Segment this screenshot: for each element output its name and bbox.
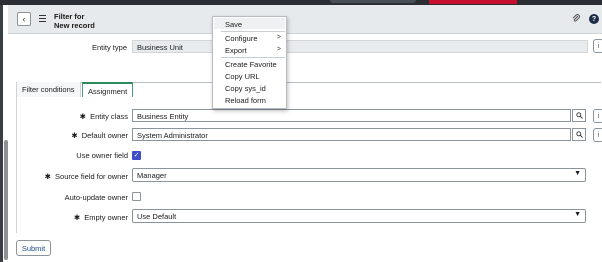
empty-owner-label: ✱ Empty owner <box>73 213 128 222</box>
menu-item-copy-sys-id[interactable]: Copy sys_id <box>225 84 266 93</box>
chevron-down-icon: ▼ <box>574 170 581 177</box>
top-alert-banner <box>429 0 517 4</box>
left-nav-edge <box>0 5 3 262</box>
tab-filter-conditions[interactable]: Filter conditions <box>17 82 81 97</box>
form-title-line2: New record <box>54 21 95 30</box>
empty-owner-select[interactable]: Use Default ▼ <box>132 209 586 223</box>
menu-item-reload-form[interactable]: Reload form <box>225 96 266 105</box>
auto-update-owner-checkbox[interactable] <box>132 192 141 201</box>
help-icon[interactable]: ? <box>589 14 599 24</box>
entity-type-label: Entity type <box>91 43 127 52</box>
back-button[interactable]: ‹ <box>17 12 31 26</box>
context-menu: Save Configure > Export > Create Favorit… <box>212 16 287 109</box>
chevron-right-icon: > <box>276 34 281 41</box>
menu-item-configure[interactable]: Configure <box>225 34 258 43</box>
search-icon <box>575 112 583 119</box>
submit-button[interactable]: Submit <box>16 240 51 256</box>
auto-update-owner-label: Auto-update owner <box>64 193 128 202</box>
entity-type-field: Business Unit <box>132 40 588 53</box>
scrollbar[interactable] <box>4 140 8 260</box>
default-owner-info-button[interactable]: i <box>593 128 602 142</box>
use-owner-field-checkbox[interactable]: ✓ <box>132 151 141 160</box>
chevron-right-icon: > <box>276 46 281 53</box>
use-owner-field-label: Use owner field <box>76 151 128 160</box>
hamburger-icon[interactable] <box>39 15 46 24</box>
source-field-select[interactable]: Manager ▼ <box>132 168 586 182</box>
chevron-down-icon: ▼ <box>574 211 581 218</box>
menu-item-copy-url[interactable]: Copy URL <box>225 72 260 81</box>
default-owner-label: ✱ Default owner <box>71 131 128 140</box>
menu-item-save[interactable]: Save <box>225 20 242 29</box>
menu-divider <box>221 31 285 32</box>
top-search-pill[interactable] <box>330 0 416 3</box>
form-title-line1: Filter for <box>54 12 85 21</box>
entity-class-label: ✱ Entity class <box>79 112 128 121</box>
source-field-label: ✱ Source field for owner <box>44 172 128 181</box>
menu-divider <box>221 57 285 58</box>
entity-class-search-button[interactable] <box>572 109 586 122</box>
default-owner-input[interactable]: System Administrator <box>132 128 571 141</box>
entity-class-info-button[interactable]: i <box>593 109 602 123</box>
entity-class-input[interactable]: Business Entity <box>132 109 571 122</box>
menu-item-create-favorite[interactable]: Create Favorite <box>225 60 277 69</box>
search-icon <box>575 131 583 138</box>
paperclip-icon[interactable] <box>572 14 580 25</box>
default-owner-search-button[interactable] <box>572 128 586 141</box>
required-icon: ✱ <box>79 112 86 121</box>
chevron-left-icon: ‹ <box>22 14 26 24</box>
menu-item-export[interactable]: Export <box>225 46 247 55</box>
form-header: ‹ Filter for New record ? <box>8 5 602 34</box>
tab-assignment[interactable]: Assignment <box>82 82 134 97</box>
required-icon: ✱ <box>44 172 51 181</box>
entity-type-info-button[interactable]: i <box>593 39 602 53</box>
required-icon: ✱ <box>73 213 81 222</box>
required-icon: ✱ <box>71 131 78 140</box>
